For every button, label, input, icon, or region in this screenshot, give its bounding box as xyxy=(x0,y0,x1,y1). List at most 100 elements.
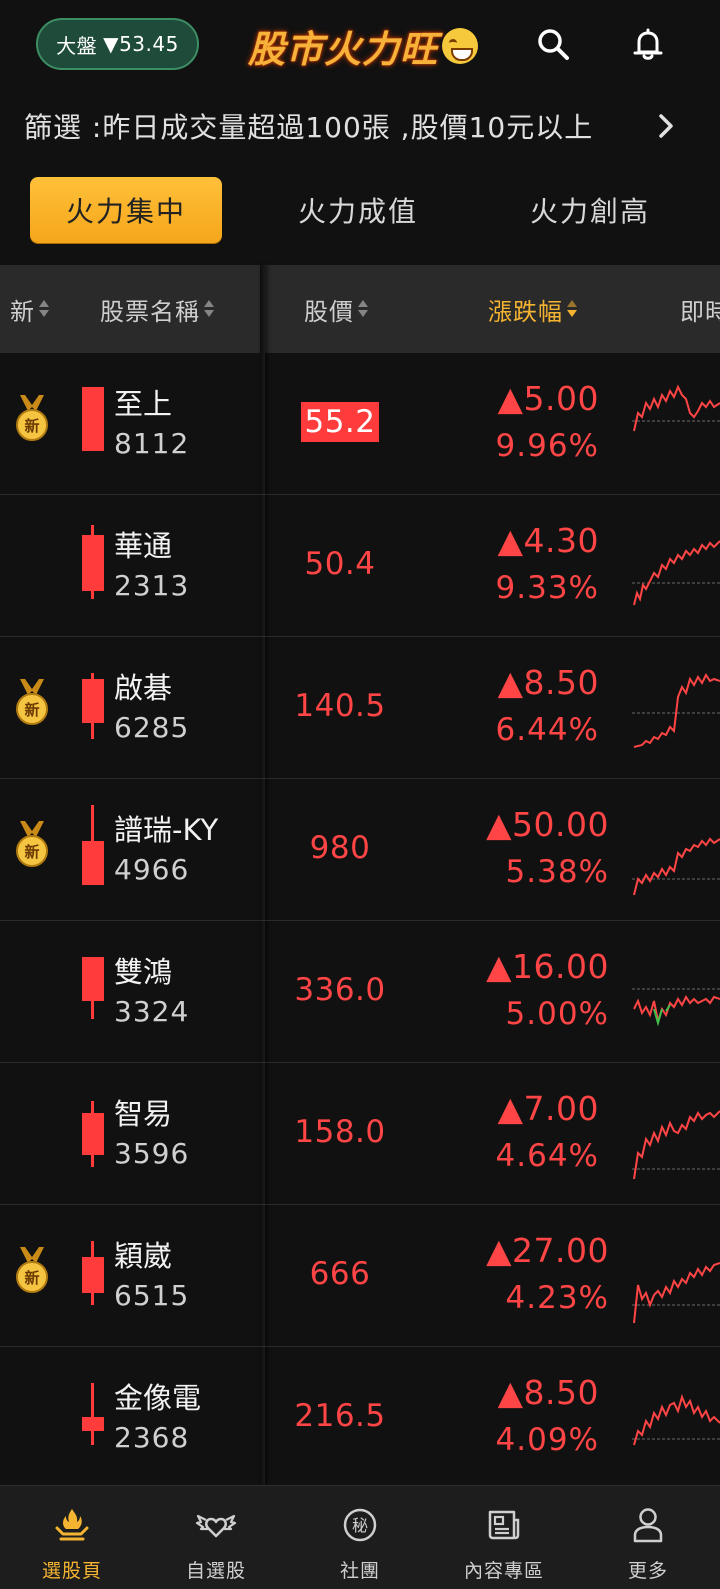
person-icon xyxy=(633,1508,663,1543)
candlestick xyxy=(82,1347,104,1485)
stock-price: 55.2 xyxy=(265,400,415,444)
realtime-sparkline xyxy=(632,384,720,432)
sort-icon xyxy=(357,299,369,319)
price-change: ▲16.00 xyxy=(486,947,609,986)
stock-code: 6285 xyxy=(114,711,190,744)
table-header: 新 股票名稱 股價 漲跌幅 即時 xyxy=(0,265,720,353)
price-change: ▲7.00 xyxy=(497,1089,599,1128)
realtime-sparkline xyxy=(632,540,720,606)
stock-price: 666 xyxy=(309,1256,371,1292)
stock-row[interactable]: 新 啟碁 6285 140.5 ▲8.50 6.44% xyxy=(0,637,720,779)
secret-badge-icon: 秘 xyxy=(343,1508,377,1542)
price-change: ▲8.50 xyxy=(497,663,599,702)
stock-row[interactable]: 雙鴻 3324 336.0 ▲16.00 5.00% xyxy=(0,921,720,1063)
index-down-arrow: ▼ xyxy=(103,32,120,56)
nav-content[interactable]: 內容專區 xyxy=(432,1486,576,1589)
price-change-percent: 4.64% xyxy=(495,1138,599,1174)
chevron-right-icon[interactable] xyxy=(656,112,676,140)
stock-row[interactable]: 新 譜瑞-KY 4966 980 ▲50.00 5.38% xyxy=(0,779,720,921)
new-medal-icon: 新 xyxy=(16,1247,48,1293)
newspaper-icon xyxy=(488,1510,520,1540)
index-value: 53.45 xyxy=(119,32,179,56)
stock-code: 3596 xyxy=(114,1137,190,1170)
grinning-face-icon xyxy=(442,28,478,64)
col-change[interactable]: 漲跌幅 xyxy=(488,265,578,353)
col-price[interactable]: 股價 xyxy=(304,265,369,353)
stock-name: 華通 xyxy=(114,529,173,563)
realtime-sparkline xyxy=(632,837,720,896)
price-change: ▲4.30 xyxy=(497,521,599,560)
market-index-pill[interactable]: 大盤 ▼ 53.45 xyxy=(36,18,199,70)
search-icon xyxy=(538,29,569,60)
price-change-percent: 4.09% xyxy=(495,1422,599,1458)
bottom-nav: 選股頁 自選股 秘 社團 內容專區 更多 xyxy=(0,1485,720,1589)
stock-name: 譜瑞-KY xyxy=(114,813,219,847)
filter-text: 篩選 :昨日成交量超過100張 ,股價10元以上 xyxy=(24,111,594,144)
price-change-percent: 9.33% xyxy=(495,570,599,606)
candlestick xyxy=(82,637,104,779)
col-new[interactable]: 新 xyxy=(10,265,50,353)
winged-heart-icon xyxy=(195,1514,237,1538)
svg-text:新: 新 xyxy=(24,701,39,719)
price-change-percent: 5.00% xyxy=(505,996,609,1032)
col-realtime-chart[interactable]: 即時 xyxy=(680,265,720,353)
candlestick xyxy=(82,779,104,921)
stock-name: 金像電 xyxy=(114,1381,202,1415)
stock-row[interactable]: 金像電 2368 216.5 ▲8.50 4.09% xyxy=(0,1347,720,1485)
stock-price: 140.5 xyxy=(294,688,386,724)
price-change: ▲27.00 xyxy=(486,1231,609,1270)
tab-bar: 火力集中 火力成值 火力創高 xyxy=(0,177,720,245)
stock-code: 4966 xyxy=(114,853,190,886)
stock-price: 336.0 xyxy=(294,972,386,1008)
nav-stock-picker[interactable]: 選股頁 xyxy=(0,1486,144,1589)
sort-desc-icon xyxy=(566,299,578,319)
tab-fire-value[interactable]: 火力成值 xyxy=(262,177,454,243)
tab-fire-high[interactable]: 火力創高 xyxy=(494,177,686,243)
stock-row[interactable]: 智易 3596 158.0 ▲7.00 4.64% xyxy=(0,1063,720,1205)
stock-price: 158.0 xyxy=(294,1114,386,1150)
stock-code: 2313 xyxy=(114,569,190,602)
candlestick xyxy=(82,1063,104,1205)
price-change-percent: 5.38% xyxy=(505,854,609,890)
nav-watchlist[interactable]: 自選股 xyxy=(144,1486,288,1589)
index-label: 大盤 xyxy=(56,33,98,58)
stock-name: 雙鴻 xyxy=(114,955,173,989)
stock-name: 啟碁 xyxy=(114,671,173,705)
notification-button[interactable] xyxy=(626,22,670,66)
filter-bar[interactable]: 篩選 :昨日成交量超過100張 ,股價10元以上 xyxy=(0,95,720,157)
nav-more[interactable]: 更多 xyxy=(576,1486,720,1589)
svg-text:秘: 秘 xyxy=(352,1516,368,1535)
candlestick xyxy=(82,1205,104,1347)
stock-row[interactable]: 華通 2313 50.4 ▲4.30 9.33% xyxy=(0,495,720,637)
stock-row[interactable]: 新 至上 8112 55.2 ▲5.00 9.96% xyxy=(0,353,720,495)
price-change: ▲50.00 xyxy=(486,805,609,844)
candlestick xyxy=(82,921,104,1063)
price-change-percent: 9.96% xyxy=(495,428,599,464)
stock-code: 2368 xyxy=(114,1421,190,1454)
sort-icon xyxy=(203,299,215,319)
fire-hand-icon xyxy=(55,1509,89,1541)
new-medal-icon: 新 xyxy=(16,395,48,441)
stock-price: 50.4 xyxy=(304,546,376,582)
stock-name: 智易 xyxy=(114,1097,173,1131)
app-header: 大盤 ▼ 53.45 股市火力旺 xyxy=(0,0,720,90)
stock-list: 新 至上 8112 55.2 ▲5.00 9.96% 華通 2313 50.4 ▲4.30 9.… xyxy=(0,353,720,1485)
nav-community[interactable]: 秘 社團 xyxy=(288,1486,432,1589)
stock-row[interactable]: 新 穎崴 6515 666 ▲27.00 4.23% xyxy=(0,1205,720,1347)
brand-title: 股市火力旺 xyxy=(248,27,438,71)
stock-name: 至上 xyxy=(114,387,173,421)
price-change-percent: 4.23% xyxy=(505,1280,609,1316)
stock-code: 6515 xyxy=(114,1279,190,1312)
search-button[interactable] xyxy=(531,22,575,66)
candlestick xyxy=(82,353,104,495)
stock-code: 8112 xyxy=(114,427,190,460)
tab-fire-concentration[interactable]: 火力集中 xyxy=(30,177,222,243)
realtime-sparkline xyxy=(632,988,720,1027)
col-stock-name[interactable]: 股票名稱 xyxy=(100,265,215,353)
stock-name: 穎崴 xyxy=(114,1239,173,1273)
price-change-percent: 6.44% xyxy=(495,712,599,748)
realtime-sparkline xyxy=(632,1110,720,1180)
svg-text:新: 新 xyxy=(24,843,39,861)
price-change: ▲8.50 xyxy=(497,1373,599,1412)
brand-logo: 股市火力旺 xyxy=(248,18,478,74)
